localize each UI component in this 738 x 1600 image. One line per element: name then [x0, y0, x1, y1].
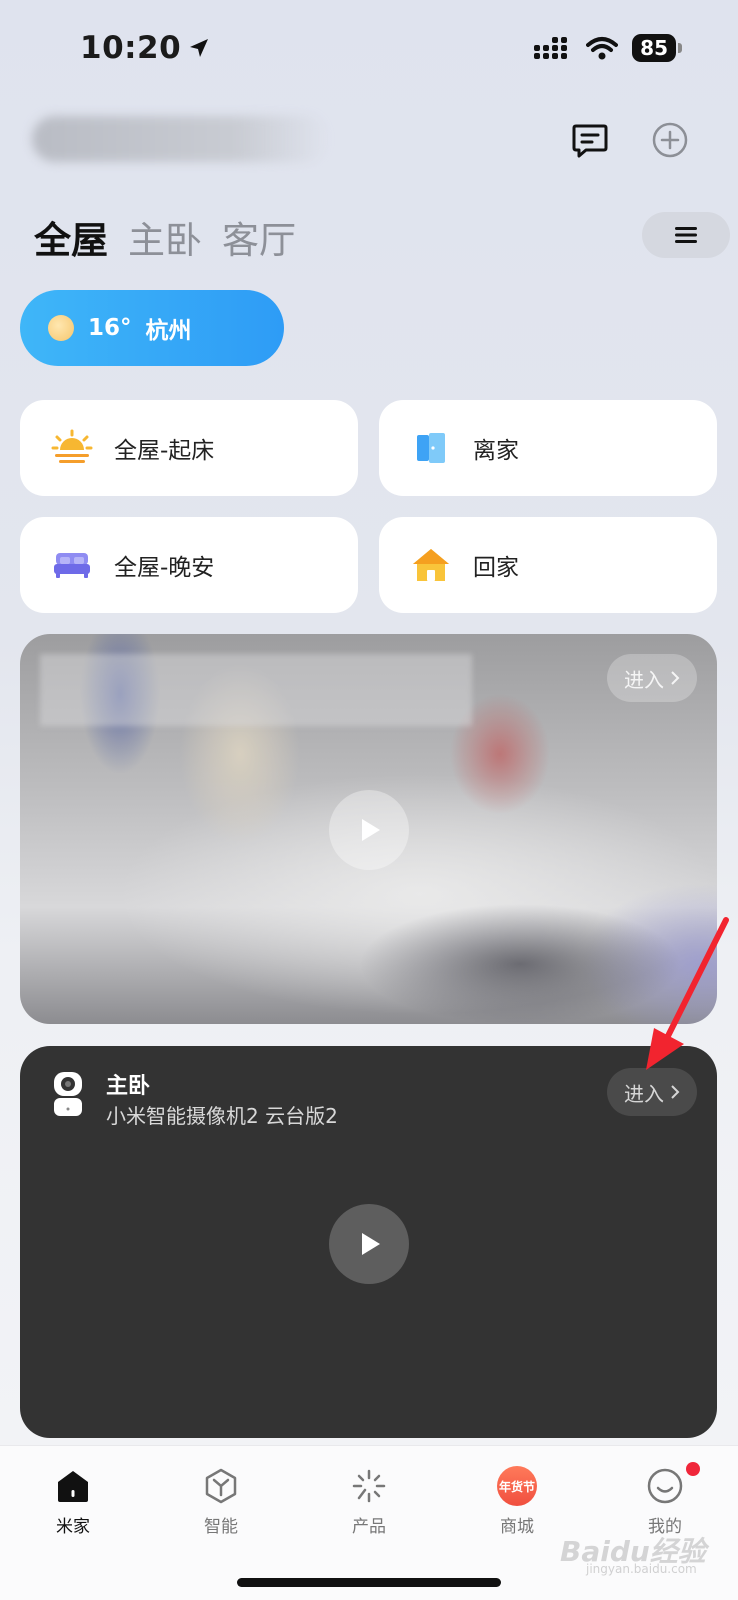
nav-label: 产品 — [352, 1517, 386, 1537]
bed-icon — [50, 543, 94, 587]
annotation-arrow-icon — [646, 917, 729, 1070]
scene-wake-up[interactable]: 全屋-起床 — [20, 400, 358, 496]
play-icon — [362, 1233, 380, 1255]
camera-room-name: 主卧 — [106, 1074, 151, 1099]
enter-label: 进入 — [624, 667, 664, 692]
weather-pill[interactable]: 16° 杭州 — [20, 290, 284, 366]
camera-model-name: 小米智能摄像机2 云台版2 — [106, 1104, 338, 1128]
nav-profile[interactable]: 我的 — [620, 1462, 710, 1537]
plus-circle-icon — [652, 122, 688, 158]
bottom-nav: 米家 智能 产品 年货节 商城 我的 — [0, 1445, 738, 1600]
nav-label: 智能 — [204, 1517, 238, 1537]
nav-products[interactable]: 产品 — [324, 1466, 414, 1537]
room-menu-button[interactable] — [642, 212, 730, 258]
nav-label: 米家 — [56, 1517, 90, 1537]
home-indicator[interactable] — [237, 1578, 501, 1587]
home-name-blurred[interactable] — [32, 116, 328, 162]
scene-good-night[interactable]: 全屋-晚安 — [20, 517, 358, 613]
wifi-icon — [586, 37, 619, 60]
notification-dot — [686, 1462, 700, 1476]
menu-icon — [675, 227, 697, 243]
nav-home[interactable]: 米家 — [28, 1466, 118, 1537]
tab-living-room[interactable]: 客厅 — [222, 210, 296, 264]
message-icon — [572, 124, 608, 158]
battery-indicator: 85 — [632, 34, 682, 62]
scene-leave-home[interactable]: 离家 — [379, 400, 717, 496]
cellular-signal-icon — [534, 37, 568, 59]
location-arrow-icon — [190, 39, 209, 57]
nav-mall[interactable]: 年货节 商城 — [472, 1466, 562, 1537]
chevron-right-icon — [671, 1085, 680, 1099]
status-time: 10:20 — [80, 30, 211, 66]
status-icons: 85 — [534, 34, 682, 62]
door-icon — [409, 426, 453, 470]
scene-label: 回家 — [473, 555, 519, 581]
nav-smart[interactable]: 智能 — [176, 1466, 266, 1537]
camera-card-preview[interactable]: 进入 — [20, 634, 717, 1024]
chevron-right-icon — [671, 671, 680, 685]
scene-label: 全屋-晚安 — [114, 555, 215, 581]
tab-whole-house[interactable]: 全屋 — [34, 210, 108, 264]
house-icon — [409, 543, 453, 587]
scene-label: 离家 — [473, 438, 519, 464]
time-text: 10:20 — [80, 30, 182, 66]
add-device-button[interactable] — [650, 120, 690, 160]
smart-cube-icon — [201, 1466, 241, 1506]
room-tabs: 全屋 主卧 客厅 — [34, 210, 296, 264]
enter-label: 进入 — [624, 1081, 664, 1106]
weather-temperature: 16° — [88, 315, 132, 341]
festival-badge-icon: 年货节 — [497, 1466, 537, 1506]
security-camera-icon — [52, 1072, 84, 1120]
product-sparkle-icon — [349, 1466, 389, 1506]
profile-smile-icon — [645, 1466, 685, 1506]
camera-title-blurred — [40, 654, 472, 726]
sun-icon — [48, 315, 74, 341]
tab-master-bedroom[interactable]: 主卧 — [128, 210, 202, 264]
play-icon — [362, 819, 380, 841]
play-button[interactable] — [329, 1204, 409, 1284]
nav-label: 商城 — [500, 1517, 534, 1537]
sunrise-icon — [50, 426, 94, 470]
weather-city: 杭州 — [145, 318, 192, 344]
home-icon — [53, 1466, 93, 1506]
scene-label: 全屋-起床 — [114, 438, 215, 464]
watermark-sub: jingyan.baidu.com — [586, 1562, 697, 1576]
play-button[interactable] — [329, 790, 409, 870]
message-button[interactable] — [570, 120, 610, 160]
enter-button[interactable]: 进入 — [607, 654, 697, 702]
camera-card-master-bedroom[interactable]: 主卧 小米智能摄像机2 云台版2 进入 — [20, 1046, 717, 1438]
scene-come-home[interactable]: 回家 — [379, 517, 717, 613]
